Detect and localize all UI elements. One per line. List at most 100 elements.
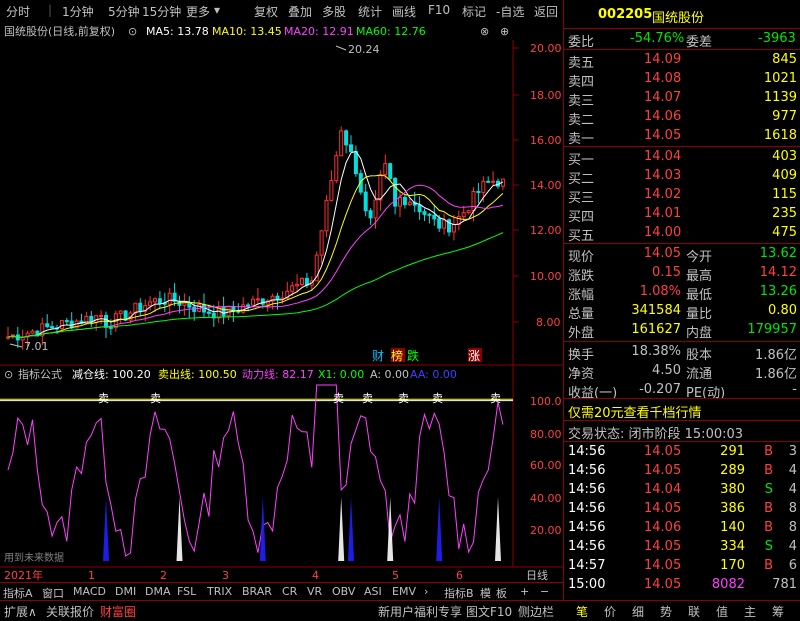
close-icon[interactable]: ⊗	[480, 25, 489, 38]
plus-icon[interactable]: +	[520, 585, 529, 598]
bid-price: 14.02	[644, 187, 682, 202]
period-toolbar: 分时 | 1分钟 5分钟 15分钟 更多 ▾ 复权 叠加 多股 统计 画线 F1…	[0, 0, 563, 23]
btn-fanhui[interactable]: 返回	[534, 3, 558, 20]
wealth-circle-button[interactable]: 财富圈	[100, 603, 136, 620]
tab-15min[interactable]: 15分钟	[142, 3, 181, 20]
panel-tab-bi[interactable]: 笔	[576, 603, 588, 620]
tab-template[interactable]: 模	[480, 585, 491, 601]
btn-tongji[interactable]: 统计	[358, 3, 382, 20]
tick-time: 14:56	[568, 520, 606, 535]
candle	[64, 317, 69, 325]
sell-mark: 卖	[98, 392, 109, 405]
tick-price: 14.05	[644, 558, 682, 573]
panel-tab-lian[interactable]: 联	[688, 603, 700, 620]
indicator-tab-bar: 指标A 窗口 MACD DMI DMA FSL TRIX BRAR CR VR …	[0, 582, 563, 601]
sell-mark: 卖	[490, 392, 501, 405]
tab-1min[interactable]: 1分钟	[62, 3, 94, 20]
marker-cai[interactable]: 财	[372, 349, 384, 363]
btn-zixuan[interactable]: -自选	[496, 3, 524, 20]
marker-die[interactable]: 跌	[407, 348, 419, 363]
bid-price: 14.04	[644, 149, 682, 164]
candle	[295, 274, 300, 293]
tab-macd[interactable]: MACD	[73, 585, 106, 598]
tab-asi[interactable]: ASI	[364, 585, 382, 598]
indicator-name[interactable]: 指标公式	[18, 367, 62, 381]
candle	[167, 288, 172, 316]
tab-obv[interactable]: OBV	[332, 585, 355, 598]
price-tick: 16.00	[530, 134, 562, 147]
tab-brar[interactable]: BRAR	[242, 585, 272, 598]
tab-vr[interactable]: VR	[307, 585, 322, 598]
btn-diejia[interactable]: 叠加	[288, 3, 312, 20]
ask-price: 14.06	[644, 109, 682, 124]
scroll-right-icon[interactable]: ›	[424, 585, 428, 598]
marker-bang[interactable]: 榜	[391, 348, 403, 363]
webi-row: 委比 -54.76% 委差 -3963	[568, 31, 796, 50]
tick-row: 14:56 14.06 140 B 8	[564, 518, 800, 538]
tab-board[interactable]: 板	[496, 585, 507, 601]
panel-tab-shi[interactable]: 势	[660, 603, 672, 620]
settings-icon[interactable]: ⊙	[128, 25, 137, 38]
candle	[339, 126, 344, 157]
tab-cr[interactable]: CR	[282, 585, 297, 598]
expand-button[interactable]: 扩展∧	[4, 603, 37, 620]
candle	[353, 145, 358, 177]
stat-row: 收益(一) -0.207 PE(动) -	[564, 380, 800, 401]
kline-chart[interactable]: 国统股份(日线,前复权) ⊙ MA5: 13.78 MA10: 13.45 MA…	[0, 22, 563, 582]
tab-fenshi[interactable]: 分时	[6, 3, 30, 20]
tick-count: 4	[788, 463, 797, 478]
btn-duogu[interactable]: 多股	[322, 3, 346, 20]
tab-5min[interactable]: 5分钟	[108, 3, 140, 20]
tab-window[interactable]: 窗口	[42, 585, 64, 601]
indicator-settings-icon[interactable]: ⊙	[4, 368, 13, 381]
bid-label: 买五	[568, 229, 595, 244]
f10-button[interactable]: 图文F10	[466, 603, 512, 620]
btn-f10[interactable]: F10	[428, 3, 450, 17]
promo-text[interactable]: 仅需20元查看千档行情	[568, 402, 702, 421]
period-label[interactable]: 日线	[526, 568, 548, 582]
minus-icon[interactable]: −	[540, 585, 549, 598]
btn-fuquan[interactable]: 复权	[254, 3, 278, 20]
add-icon[interactable]: ⊕	[500, 25, 509, 38]
bid-row: 买一 14.04 403	[564, 147, 800, 168]
related-quote-button[interactable]: 关联报价	[46, 603, 94, 620]
price-tick: 18.00	[530, 89, 562, 102]
btn-huaxian[interactable]: 画线	[392, 3, 416, 20]
promo-row[interactable]: 仅需20元查看千档行情	[564, 400, 800, 421]
sidebar-button[interactable]: 侧边栏	[518, 603, 554, 620]
bid-row: 买三 14.02 115	[564, 185, 800, 206]
sell-mark: 卖	[398, 392, 409, 405]
tab-indicator-a[interactable]: 指标A	[3, 585, 33, 601]
bid-price: 14.00	[644, 225, 682, 240]
marker-zhang[interactable]: 涨	[468, 348, 480, 363]
panel-tab-jia[interactable]: 价	[604, 603, 616, 620]
panel-tab-chou[interactable]: 筹	[772, 603, 784, 620]
tick-row: 14:57 14.05 170 B 6	[564, 556, 800, 576]
tab-dmi[interactable]: DMI	[115, 585, 136, 598]
ask-volume: 1618	[763, 128, 797, 143]
new-user-promo[interactable]: 新用户福利专享	[378, 603, 462, 620]
chart-area[interactable]: 国统股份(日线,前复权) ⊙ MA5: 13.78 MA10: 13.45 MA…	[0, 22, 563, 582]
chevron-down-icon[interactable]: ▾	[214, 3, 220, 17]
tab-fsl[interactable]: FSL	[177, 585, 196, 598]
sell-mark: 卖	[333, 392, 344, 405]
tab-trix[interactable]: TRIX	[207, 585, 232, 598]
panel-tab-zhu[interactable]: 主	[744, 603, 756, 620]
tab-emv[interactable]: EMV	[392, 585, 416, 598]
tab-more[interactable]: 更多	[186, 3, 210, 20]
candle	[138, 298, 143, 316]
tick-count: 8	[788, 520, 797, 535]
candle	[329, 170, 334, 202]
btn-biaoji[interactable]: 标记	[462, 3, 486, 20]
tab-dma[interactable]: DMA	[145, 585, 171, 598]
tick-count: 4	[788, 482, 797, 497]
tab-indicator-b[interactable]: 指标B	[444, 585, 474, 601]
tick-volume: 170	[720, 558, 745, 573]
tick-volume: 140	[720, 520, 745, 535]
stat-row: 总量 341584 量比 0.80	[564, 301, 800, 322]
panel-tab-xi[interactable]: 细	[632, 603, 644, 620]
tick-row: 14:56 14.05 289 B 4	[564, 461, 800, 481]
bid-row: 买四 14.01 235	[564, 204, 800, 225]
stat-value: 1.08%	[639, 284, 681, 299]
panel-tab-zhi[interactable]: 值	[716, 603, 728, 620]
